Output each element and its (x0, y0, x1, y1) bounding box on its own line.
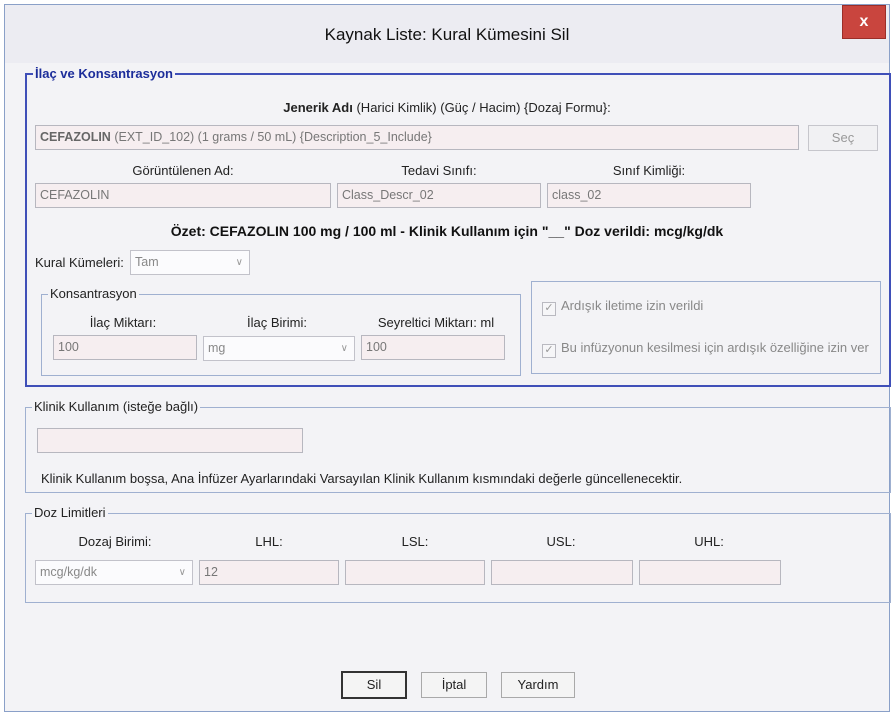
rule-sets-label: Kural Kümeleri: (35, 255, 124, 270)
drug-group-title: İlaç ve Konsantrasyon (33, 66, 175, 81)
lsl-field[interactable] (345, 560, 485, 585)
therapy-class-label: Tedavi Sınıfı: (401, 163, 477, 178)
dose-limits-group: Doz Limitleri (25, 505, 891, 603)
generic-value-bold: CEFAZOLIN (40, 130, 111, 144)
sequential-allowed-checkbox[interactable]: ✓ Ardışık iletime izin verildi (542, 298, 704, 316)
generic-name-label: Jenerik Adı (Harici Kimlik) (Güç / Hacim… (5, 100, 889, 115)
display-name-field[interactable]: CEFAZOLIN (35, 183, 331, 208)
usl-field[interactable] (491, 560, 633, 585)
clinical-use-note: Klinik Kullanım boşsa, Ana İnfüzer Ayarl… (41, 471, 683, 486)
diluent-field[interactable]: 100 (361, 335, 505, 360)
cancel-button[interactable]: İptal (421, 672, 487, 698)
drug-unit-value: mg (208, 341, 226, 355)
dosage-unit-select[interactable]: mcg/kg/dk ∨ (35, 560, 193, 585)
drug-unit-label: İlaç Birimi: (247, 315, 307, 330)
clinical-use-field[interactable] (37, 428, 303, 453)
chevron-down-icon: ∨ (235, 257, 243, 268)
checkbox-icon: ✓ (542, 302, 556, 316)
lhl-label: LHL: (255, 534, 283, 549)
rule-sets-value: Tam (135, 255, 159, 269)
help-button[interactable]: Yardım (501, 672, 575, 698)
select-drug-button[interactable]: Seç (808, 125, 878, 151)
sequential-options-box (531, 281, 881, 374)
sequential-interrupt-checkbox[interactable]: ✓ Bu infüzyonun kesilmesi için ardışık öz… (542, 340, 869, 358)
clinical-use-group-title: Klinik Kullanım (isteğe bağlı) (32, 399, 201, 414)
generic-value-rest: (EXT_ID_102) (1 grams / 50 mL) {Descript… (110, 130, 432, 144)
lhl-field[interactable]: 12 (199, 560, 339, 585)
sequential-interrupt-label: Bu infüzyonun kesilmesi için ardışık öze… (561, 340, 869, 355)
generic-label-rest: (Harici Kimlik) (Güç / Hacim) {Dozaj For… (352, 100, 611, 115)
therapy-class-field[interactable]: Class_Descr_02 (337, 183, 541, 208)
title-bar: Kaynak Liste: Kural Kümesini Sil x (5, 5, 889, 63)
uhl-label: UHL: (694, 534, 724, 549)
chevron-down-icon: ∨ (340, 343, 348, 354)
drug-amount-label: İlaç Miktarı: (89, 315, 157, 330)
class-id-field[interactable]: class_02 (547, 183, 751, 208)
display-name-label: Görüntülenen Ad: (132, 163, 234, 178)
class-id-label: Sınıf Kimliği: (612, 163, 686, 178)
dosage-unit-label: Dozaj Birimi: (78, 534, 152, 549)
dosage-unit-value: mcg/kg/dk (40, 565, 97, 579)
chevron-down-icon: ∨ (178, 567, 186, 578)
checkbox-icon: ✓ (542, 344, 556, 358)
generic-label-bold: Jenerik Adı (283, 100, 353, 115)
rule-sets-select[interactable]: Tam ∨ (130, 250, 250, 275)
usl-label: USL: (546, 534, 576, 549)
close-button[interactable]: x (842, 5, 886, 39)
diluent-label: Seyreltici Miktarı: ml (377, 315, 495, 330)
sequential-allowed-label: Ardışık iletime izin verildi (561, 298, 704, 313)
uhl-field[interactable] (639, 560, 781, 585)
generic-name-field[interactable]: CEFAZOLIN (EXT_ID_102) (1 grams / 50 mL)… (35, 125, 799, 150)
delete-button[interactable]: Sil (341, 671, 407, 699)
dialog-window: Kaynak Liste: Kural Kümesini Sil x İlaç … (4, 4, 891, 712)
drug-amount-field[interactable]: 100 (53, 335, 197, 360)
lsl-label: LSL: (401, 534, 429, 549)
concentration-group-title: Konsantrasyon (48, 286, 139, 301)
window-title: Kaynak Liste: Kural Kümesini Sil (324, 25, 570, 44)
drug-unit-select[interactable]: mg ∨ (203, 336, 355, 361)
summary-text: Özet: CEFAZOLIN 100 mg / 100 ml - Klinik… (170, 223, 724, 239)
dose-limits-group-title: Doz Limitleri (32, 505, 108, 520)
